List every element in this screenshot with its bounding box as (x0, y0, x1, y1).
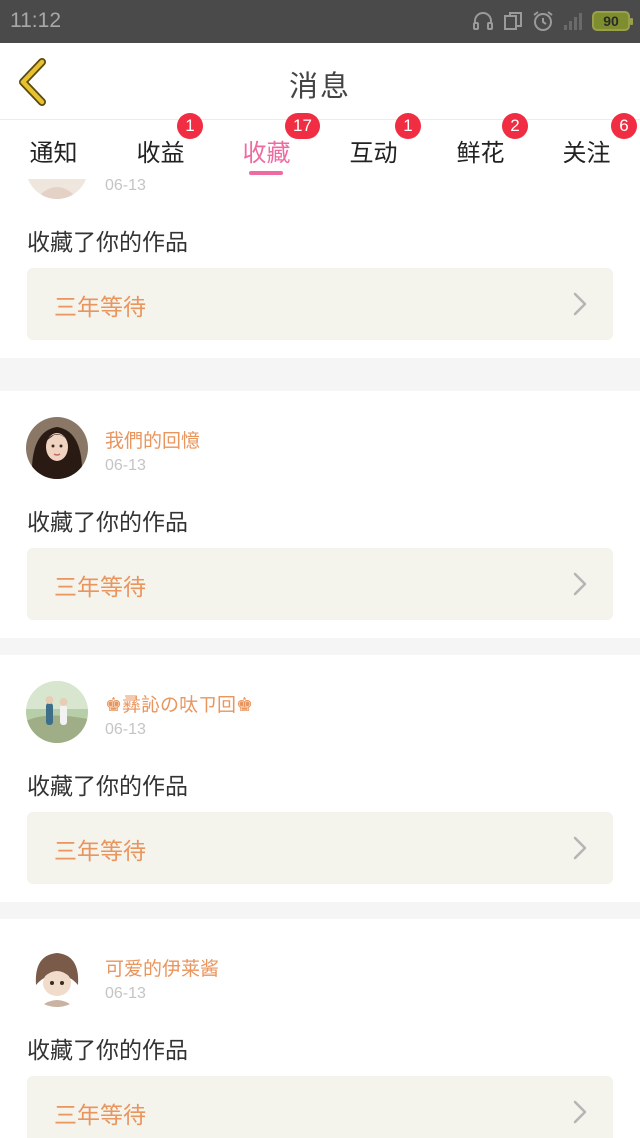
interactions-badge: 1 (395, 113, 421, 139)
user-avatar[interactable] (26, 417, 88, 479)
signal-icon (564, 13, 582, 30)
flowers-badge: 2 (502, 113, 528, 139)
tab-label: 互动 (349, 139, 398, 167)
tab-interactions[interactable]: 互动 1 (320, 113, 427, 179)
message-list[interactable]: 06-13 收藏了你的作品 三年等待 我們的回憶 06-13 收藏了你的作品 三… (0, 179, 640, 1138)
message-date: 06-13 (105, 457, 146, 474)
username[interactable]: ♚彞訫の呔ㄗ回♚ (105, 690, 253, 717)
tab-earnings[interactable]: 收益 1 (107, 113, 214, 179)
battery-level: 90 (603, 13, 619, 29)
header-bar: 消息 (0, 43, 640, 120)
username[interactable]: 我們的回憶 (105, 426, 200, 453)
work-link[interactable]: 三年等待 (27, 548, 613, 620)
message-date: 06-13 (105, 179, 146, 194)
user-avatar[interactable] (26, 681, 88, 743)
message-card: 可爱的伊莱酱 06-13 收藏了你的作品 三年等待 (0, 919, 640, 1138)
active-tab-indicator (249, 171, 283, 175)
tab-label: 鲜花 (456, 139, 505, 167)
status-time: 11:12 (10, 9, 61, 32)
alarm-icon (533, 11, 553, 31)
user-avatar[interactable] (26, 179, 88, 199)
work-title: 三年等待 (54, 295, 146, 321)
message-text: 收藏了你的作品 (27, 510, 188, 536)
chevron-right-icon (573, 292, 587, 316)
tab-label: 收益 (136, 139, 185, 167)
favorites-badge: 17 (285, 113, 320, 139)
work-title: 三年等待 (54, 1103, 146, 1129)
work-link[interactable]: 三年等待 (27, 1076, 613, 1138)
tab-favorites[interactable]: 收藏 17 (213, 113, 320, 179)
tab-following[interactable]: 关注 6 (533, 113, 640, 179)
status-bar: 11:12 90 (0, 0, 640, 43)
message-date: 06-13 (105, 985, 146, 1002)
message-text: 收藏了你的作品 (27, 774, 188, 800)
message-card: 我們的回憶 06-13 收藏了你的作品 三年等待 (0, 391, 640, 638)
headset-icon (473, 12, 493, 30)
status-icons: 90 (472, 8, 633, 34)
message-card: ♚彞訫の呔ㄗ回♚ 06-13 收藏了你的作品 三年等待 (0, 655, 640, 902)
message-text: 收藏了你的作品 (27, 230, 188, 256)
chevron-right-icon (573, 572, 587, 596)
username[interactable]: 可爱的伊莱酱 (105, 954, 219, 981)
tab-flowers[interactable]: 鲜花 2 (427, 113, 534, 179)
work-title: 三年等待 (54, 839, 146, 865)
chevron-right-icon (573, 836, 587, 860)
work-title: 三年等待 (54, 575, 146, 601)
message-date: 06-13 (105, 721, 146, 738)
message-card: 06-13 收藏了你的作品 三年等待 (0, 179, 640, 358)
following-badge: 6 (611, 113, 637, 139)
tab-label: 通知 (29, 139, 78, 167)
page-title: 消息 (288, 69, 351, 103)
tab-notifications[interactable]: 通知 (0, 121, 107, 179)
battery-icon: 90 (592, 11, 633, 31)
user-avatar[interactable] (26, 945, 88, 1007)
message-text: 收藏了你的作品 (27, 1038, 188, 1064)
chevron-right-icon (573, 1100, 587, 1124)
tab-bar: 通知 收益 1 收藏 17 互动 1 鲜花 2 关注 6 (0, 113, 640, 179)
tab-label: 关注 (562, 139, 611, 167)
earnings-badge: 1 (177, 113, 203, 139)
work-link[interactable]: 三年等待 (27, 812, 613, 884)
tab-label: 收藏 (242, 139, 291, 167)
sim-icon (504, 12, 522, 30)
work-link[interactable]: 三年等待 (27, 268, 613, 340)
